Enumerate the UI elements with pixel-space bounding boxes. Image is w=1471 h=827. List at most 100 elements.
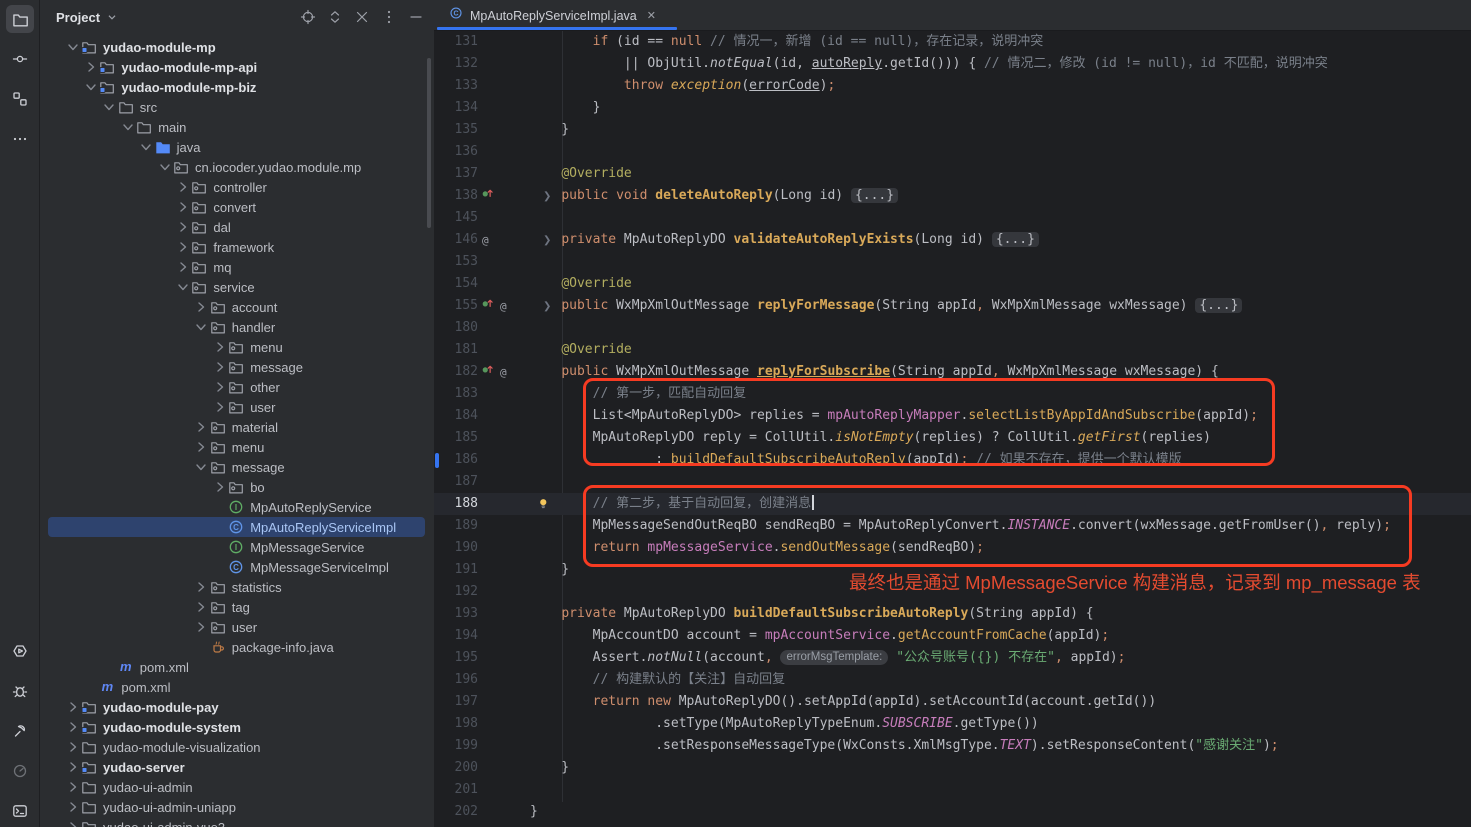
annotated-method-icon[interactable]: @ xyxy=(500,366,507,379)
tree-item-user[interactable]: user xyxy=(211,397,275,417)
tree-item-MpMessageServiceImpl[interactable]: C MpMessageServiceImpl xyxy=(211,557,389,577)
tree-chevron-icon[interactable] xyxy=(193,299,210,315)
tree-chevron-icon[interactable] xyxy=(211,379,228,395)
code-line-202[interactable]: } xyxy=(530,801,538,823)
code-line-134[interactable]: } xyxy=(530,97,600,119)
tree-item-service[interactable]: service xyxy=(174,277,254,297)
debug-icon[interactable] xyxy=(6,677,34,705)
tree-chevron-icon[interactable] xyxy=(174,279,191,295)
code-line-199[interactable]: .setResponseMessageType(WxConsts.XmlMsgT… xyxy=(530,735,1279,757)
tree-chevron-icon[interactable] xyxy=(174,259,191,275)
tree-item-mq[interactable]: mq xyxy=(174,257,231,277)
tree-chevron-icon[interactable] xyxy=(193,579,210,595)
locate-icon[interactable] xyxy=(300,9,316,25)
code-line-200[interactable]: } xyxy=(530,757,569,779)
code-line-155[interactable]: public WxMpXmlOutMessage replyForMessage… xyxy=(530,295,1242,317)
tree-chevron-icon[interactable] xyxy=(193,439,210,455)
more-icon[interactable] xyxy=(6,125,34,153)
tree-item-material[interactable]: material xyxy=(193,417,278,437)
tree-item-yudao-module-mp-api[interactable]: yudao-module-mp-api xyxy=(82,57,257,77)
tree-item-tag[interactable]: tag xyxy=(193,597,250,617)
code-line-137[interactable]: @Override xyxy=(530,163,632,185)
options-icon[interactable] xyxy=(381,9,397,25)
code-line-146[interactable]: private MpAutoReplyDO validateAutoReplyE… xyxy=(530,229,1039,251)
tree-chevron-icon[interactable] xyxy=(64,39,81,55)
tree-chevron-icon[interactable] xyxy=(64,779,81,795)
expand-icon[interactable] xyxy=(327,9,343,25)
tree-chevron-icon[interactable] xyxy=(64,699,81,715)
code-line-197[interactable]: return new MpAutoReplyDO().setAppId(appI… xyxy=(530,691,1156,713)
tree-item-yudao-ui-admin-vue3[interactable]: yudao-ui-admin-vue3 xyxy=(64,817,225,827)
tree-item-yudao-server[interactable]: yudao-server xyxy=(64,757,185,777)
tree-item-message[interactable]: message xyxy=(211,357,303,377)
tree-chevron-icon[interactable] xyxy=(193,459,210,475)
code-line-131[interactable]: if (id == null // 情况一，新增 (id == null)，存在… xyxy=(530,31,1043,53)
code-line-185[interactable]: MpAutoReplyDO reply = CollUtil.isNotEmpt… xyxy=(530,427,1211,449)
tree-chevron-icon[interactable] xyxy=(138,139,155,155)
tree-item-statistics[interactable]: statistics xyxy=(193,577,282,597)
services-icon[interactable] xyxy=(6,637,34,665)
tree-item-framework[interactable]: framework xyxy=(174,237,274,257)
override-method-icon[interactable] xyxy=(482,187,495,205)
code-line-182[interactable]: public WxMpXmlOutMessage replyForSubscri… xyxy=(530,361,1219,383)
tree-item-yudao-module-mp[interactable]: yudao-module-mp xyxy=(64,37,216,57)
code-line-181[interactable]: @Override xyxy=(530,339,632,361)
tree-item-cn.iocoder.yudao.module.mp[interactable]: cn.iocoder.yudao.module.mp xyxy=(156,157,361,177)
tree-chevron-icon[interactable] xyxy=(193,419,210,435)
tree-chevron-icon[interactable] xyxy=(174,199,191,215)
code-line-183[interactable]: // 第一步，匹配自动回复 xyxy=(530,383,746,405)
tree-chevron-icon[interactable] xyxy=(174,179,191,195)
tree-item-bo[interactable]: bo xyxy=(211,477,264,497)
tree-chevron-icon[interactable] xyxy=(64,759,81,775)
tree-chevron-icon[interactable] xyxy=(174,239,191,255)
tree-chevron-icon[interactable] xyxy=(82,59,99,75)
tree-item-convert[interactable]: convert xyxy=(174,197,256,217)
code-line-189[interactable]: MpMessageSendOutReqBO sendReqBO = MpAuto… xyxy=(530,515,1391,537)
code-line-193[interactable]: private MpAutoReplyDO buildDefaultSubscr… xyxy=(530,603,1094,625)
tab-close-icon[interactable]: ✕ xyxy=(647,9,656,22)
tree-item-menu[interactable]: menu xyxy=(211,337,283,357)
code-line-184[interactable]: List<MpAutoReplyDO> replies = mpAutoRepl… xyxy=(530,405,1258,427)
tree-chevron-icon[interactable] xyxy=(193,619,210,635)
build-icon[interactable] xyxy=(6,717,34,745)
code-line-190[interactable]: return mpMessageService.sendOutMessage(s… xyxy=(530,537,984,559)
terminal-icon[interactable] xyxy=(6,797,34,825)
code-line-195[interactable]: Assert.notNull(account, errorMsgTemplate… xyxy=(530,647,1125,669)
project-panel-title[interactable]: Project xyxy=(56,10,100,25)
tree-chevron-icon[interactable] xyxy=(64,819,81,827)
code-line-133[interactable]: throw exception(errorCode); xyxy=(530,75,835,97)
tree-chevron-icon[interactable] xyxy=(101,99,118,115)
code-line-132[interactable]: || ObjUtil.notEqual(id, autoReply.getId(… xyxy=(530,53,1328,75)
tree-item-menu[interactable]: menu xyxy=(193,437,265,457)
tree-item-package-info.java[interactable]: package-info.java xyxy=(193,637,334,657)
tree-chevron-icon[interactable] xyxy=(174,219,191,235)
code-line-194[interactable]: MpAccountDO account = mpAccountService.g… xyxy=(530,625,1109,647)
tree-chevron-icon[interactable] xyxy=(211,359,228,375)
chevron-down-icon[interactable] xyxy=(105,10,119,24)
collapse-all-icon[interactable] xyxy=(354,9,370,25)
tree-item-other[interactable]: other xyxy=(211,377,280,397)
override-method-icon[interactable] xyxy=(482,363,495,381)
tree-chevron-icon[interactable] xyxy=(193,599,210,615)
tree-item-MpAutoReplyServiceImpl[interactable]: C MpAutoReplyServiceImpl xyxy=(211,517,396,537)
code-line-198[interactable]: .setType(MpAutoReplyTypeEnum.SUBSCRIBE.g… xyxy=(530,713,1039,735)
tree-item-pom.xml[interactable]: m pom.xml xyxy=(82,677,170,697)
tree-item-yudao-ui-admin-uniapp[interactable]: yudao-ui-admin-uniapp xyxy=(64,797,236,817)
tree-chevron-icon[interactable] xyxy=(211,479,228,495)
tree-item-yudao-module-system[interactable]: yudao-module-system xyxy=(64,717,241,737)
tree-chevron-icon[interactable] xyxy=(211,339,228,355)
structure-icon[interactable] xyxy=(6,85,34,113)
tree-chevron-icon[interactable] xyxy=(64,739,81,755)
tree-chevron-icon[interactable] xyxy=(82,79,99,95)
code-area[interactable]: 131 if (id == null // 情况一，新增 (id == null… xyxy=(434,31,1471,827)
code-line-191[interactable]: } xyxy=(530,559,569,581)
tree-item-yudao-ui-admin[interactable]: yudao-ui-admin xyxy=(64,777,193,797)
tree-item-java[interactable]: java xyxy=(138,137,201,157)
override-method-icon[interactable] xyxy=(482,297,495,315)
tree-scrollbar[interactable] xyxy=(427,58,431,228)
code-line-135[interactable]: } xyxy=(530,119,569,141)
tree-chevron-icon[interactable] xyxy=(119,119,136,135)
profiler-icon[interactable] xyxy=(6,757,34,785)
tree-item-main[interactable]: main xyxy=(119,117,186,137)
tree-chevron-icon[interactable] xyxy=(64,719,81,735)
